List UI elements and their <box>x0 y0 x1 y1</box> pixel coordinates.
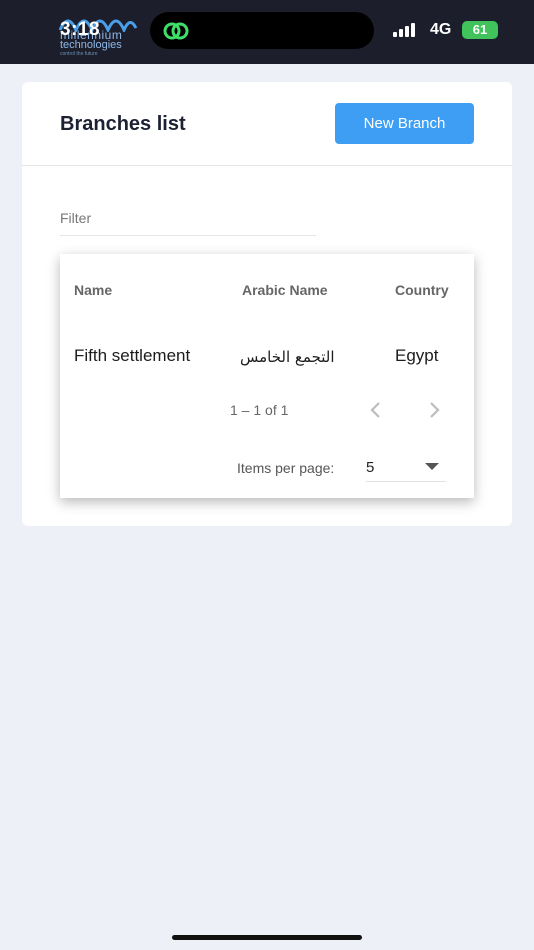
dynamic-island <box>150 12 374 49</box>
previous-page-button[interactable] <box>364 398 388 422</box>
page-size-value: 5 <box>366 459 375 476</box>
column-header-country[interactable]: Country <box>395 282 449 298</box>
paginator-range-label: 1 – 1 of 1 <box>230 402 289 418</box>
card-header: Branches list New Branch <box>22 82 512 166</box>
cell-arabic-name[interactable]: التجمع الخامس <box>240 348 335 366</box>
next-page-button[interactable] <box>422 398 446 422</box>
chevron-left-icon <box>370 402 380 418</box>
battery-indicator: 61 <box>462 21 498 39</box>
column-header-arabic-name[interactable]: Arabic Name <box>242 282 328 298</box>
items-per-page-label: Items per page: <box>237 460 335 476</box>
chevron-right-icon <box>430 402 440 418</box>
status-bar: millennium technologies control the futu… <box>0 0 534 64</box>
branches-table: Name Arabic Name Country Fifth settlemen… <box>60 254 474 498</box>
filter-field[interactable] <box>60 210 316 236</box>
branches-card: Branches list New Branch Name Arabic Nam… <box>22 82 512 526</box>
filter-input[interactable] <box>60 210 316 226</box>
signal-icon <box>393 23 415 37</box>
logo-tagline: control the future <box>60 51 98 57</box>
network-type: 4G <box>430 21 452 38</box>
column-header-name[interactable]: Name <box>74 282 112 298</box>
link-icon <box>163 22 189 40</box>
cell-name[interactable]: Fifth settlement <box>74 346 190 366</box>
home-indicator <box>172 935 362 940</box>
page-title: Branches list <box>60 113 186 135</box>
status-time: 3:18 <box>60 19 101 40</box>
cell-country[interactable]: Egypt <box>395 346 438 366</box>
page-size-select[interactable]: 5 <box>366 454 446 482</box>
new-branch-button[interactable]: New Branch <box>335 103 474 144</box>
dropdown-arrow-icon <box>425 463 439 470</box>
